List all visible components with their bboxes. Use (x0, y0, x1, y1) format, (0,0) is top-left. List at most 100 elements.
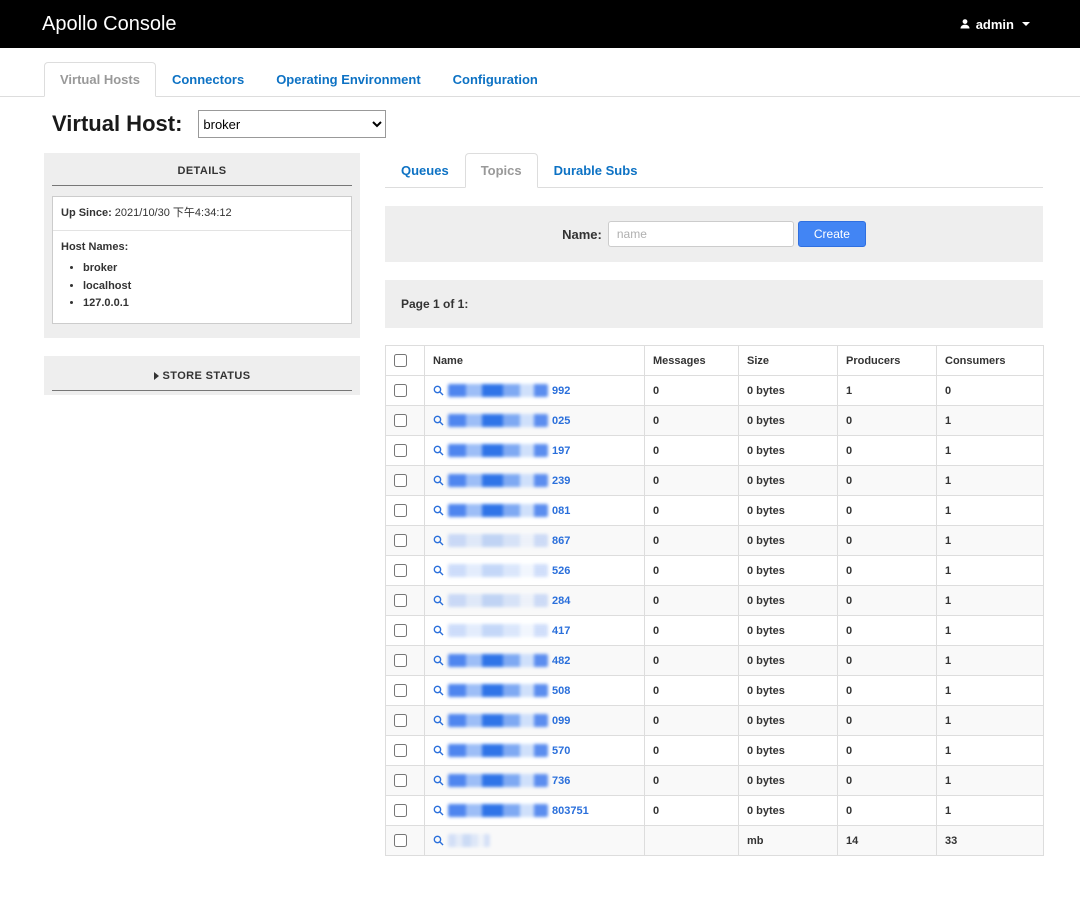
redacted-topic-name (448, 384, 548, 397)
topic-link[interactable]: 867 (433, 534, 636, 547)
pagination-text: Page 1 of 1: (401, 297, 468, 311)
host-name-item: localhost (83, 278, 343, 296)
cell-messages: 0 (645, 376, 739, 406)
cell-messages: 0 (645, 556, 739, 586)
magnifier-icon (433, 565, 444, 576)
create-button[interactable]: Create (798, 221, 866, 247)
table-row: 570 0 0 bytes 0 1 (386, 736, 1044, 766)
row-checkbox[interactable] (394, 384, 407, 397)
magnifier-icon (433, 655, 444, 666)
row-checkbox[interactable] (394, 504, 407, 517)
details-toggle[interactable]: DETAILS (52, 163, 352, 186)
cell-consumers: 1 (937, 526, 1044, 556)
row-checkbox[interactable] (394, 624, 407, 637)
redacted-topic-name (448, 714, 548, 727)
topic-link[interactable]: 570 (433, 744, 636, 757)
tab-operating-environment[interactable]: Operating Environment (260, 62, 436, 97)
topic-link[interactable]: 736 (433, 774, 636, 787)
cell-size: 0 bytes (739, 436, 838, 466)
top-bar: Apollo Console admin (0, 0, 1080, 48)
host-names-label: Host Names: (61, 241, 128, 253)
store-status-title: STORE STATUS (163, 370, 251, 382)
row-checkbox[interactable] (394, 474, 407, 487)
row-checkbox[interactable] (394, 684, 407, 697)
cell-messages: 0 (645, 406, 739, 436)
pagination-panel: Page 1 of 1: (385, 280, 1043, 328)
topic-link[interactable] (433, 834, 636, 847)
table-row: 025 0 0 bytes 0 1 (386, 406, 1044, 436)
host-name-item: 127.0.0.1 (83, 295, 343, 313)
cell-messages: 0 (645, 766, 739, 796)
details-box: Up Since: 2021/10/30 下午4:34:12 Host Name… (52, 196, 352, 324)
topic-link[interactable]: 284 (433, 594, 636, 607)
cell-consumers: 1 (937, 736, 1044, 766)
table-row: 736 0 0 bytes 0 1 (386, 766, 1044, 796)
details-panel: DETAILS Up Since: 2021/10/30 下午4:34:12 H… (44, 153, 360, 338)
user-menu[interactable]: admin (959, 17, 1030, 32)
row-checkbox[interactable] (394, 744, 407, 757)
tab-connectors[interactable]: Connectors (156, 62, 260, 97)
row-checkbox[interactable] (394, 414, 407, 427)
tab-configuration[interactable]: Configuration (437, 62, 554, 97)
topic-link[interactable]: 992 (433, 384, 636, 397)
topic-link[interactable]: 508 (433, 684, 636, 697)
cell-size: 0 bytes (739, 676, 838, 706)
redacted-topic-name (448, 414, 548, 427)
cell-producers: 1 (838, 376, 937, 406)
table-row: 197 0 0 bytes 0 1 (386, 436, 1044, 466)
row-checkbox[interactable] (394, 804, 407, 817)
cell-size: mb (739, 826, 838, 856)
cell-messages: 0 (645, 586, 739, 616)
row-checkbox[interactable] (394, 834, 407, 847)
cell-producers: 0 (838, 646, 937, 676)
tab-queues[interactable]: Queues (385, 153, 465, 188)
table-row: 867 0 0 bytes 0 1 (386, 526, 1044, 556)
topic-link[interactable]: 803751 (433, 804, 636, 817)
virtual-host-select[interactable]: broker (198, 110, 386, 138)
cell-producers: 0 (838, 466, 937, 496)
magnifier-icon (433, 625, 444, 636)
topic-link[interactable]: 482 (433, 654, 636, 667)
row-checkbox[interactable] (394, 444, 407, 457)
topic-link[interactable]: 197 (433, 444, 636, 457)
select-all-checkbox[interactable] (394, 354, 407, 367)
redacted-topic-name (448, 504, 548, 517)
tab-virtual-hosts[interactable]: Virtual Hosts (44, 62, 156, 97)
redacted-topic-name (448, 594, 548, 607)
redacted-topic-name (448, 654, 548, 667)
row-checkbox[interactable] (394, 654, 407, 667)
topic-link[interactable]: 081 (433, 504, 636, 517)
header-size: Size (739, 346, 838, 376)
topic-name-suffix: 867 (552, 535, 570, 547)
cell-consumers: 1 (937, 796, 1044, 826)
row-checkbox[interactable] (394, 564, 407, 577)
name-input[interactable] (608, 221, 794, 247)
row-checkbox[interactable] (394, 714, 407, 727)
row-checkbox[interactable] (394, 774, 407, 787)
row-checkbox[interactable] (394, 594, 407, 607)
row-checkbox[interactable] (394, 534, 407, 547)
create-topic-form: Name: Create (385, 206, 1043, 262)
cell-messages: 0 (645, 676, 739, 706)
topic-name-suffix: 197 (552, 445, 570, 457)
cell-consumers: 1 (937, 766, 1044, 796)
user-name: admin (976, 17, 1014, 32)
tab-durable-subs[interactable]: Durable Subs (538, 153, 654, 188)
topic-link[interactable]: 239 (433, 474, 636, 487)
topic-link[interactable]: 417 (433, 624, 636, 637)
magnifier-icon (433, 475, 444, 486)
cell-size: 0 bytes (739, 526, 838, 556)
topic-link[interactable]: 099 (433, 714, 636, 727)
tab-topics[interactable]: Topics (465, 153, 538, 188)
cell-messages: 0 (645, 706, 739, 736)
redacted-topic-name (448, 444, 548, 457)
store-status-toggle[interactable]: STORE STATUS (52, 368, 352, 391)
topic-name-suffix: 803751 (552, 805, 589, 817)
page-title: Virtual Host: (52, 111, 182, 137)
topic-link[interactable]: 025 (433, 414, 636, 427)
topic-name-suffix: 081 (552, 505, 570, 517)
topic-link[interactable]: 526 (433, 564, 636, 577)
cell-producers: 0 (838, 586, 937, 616)
cell-consumers: 0 (937, 376, 1044, 406)
details-title: DETAILS (177, 165, 226, 177)
